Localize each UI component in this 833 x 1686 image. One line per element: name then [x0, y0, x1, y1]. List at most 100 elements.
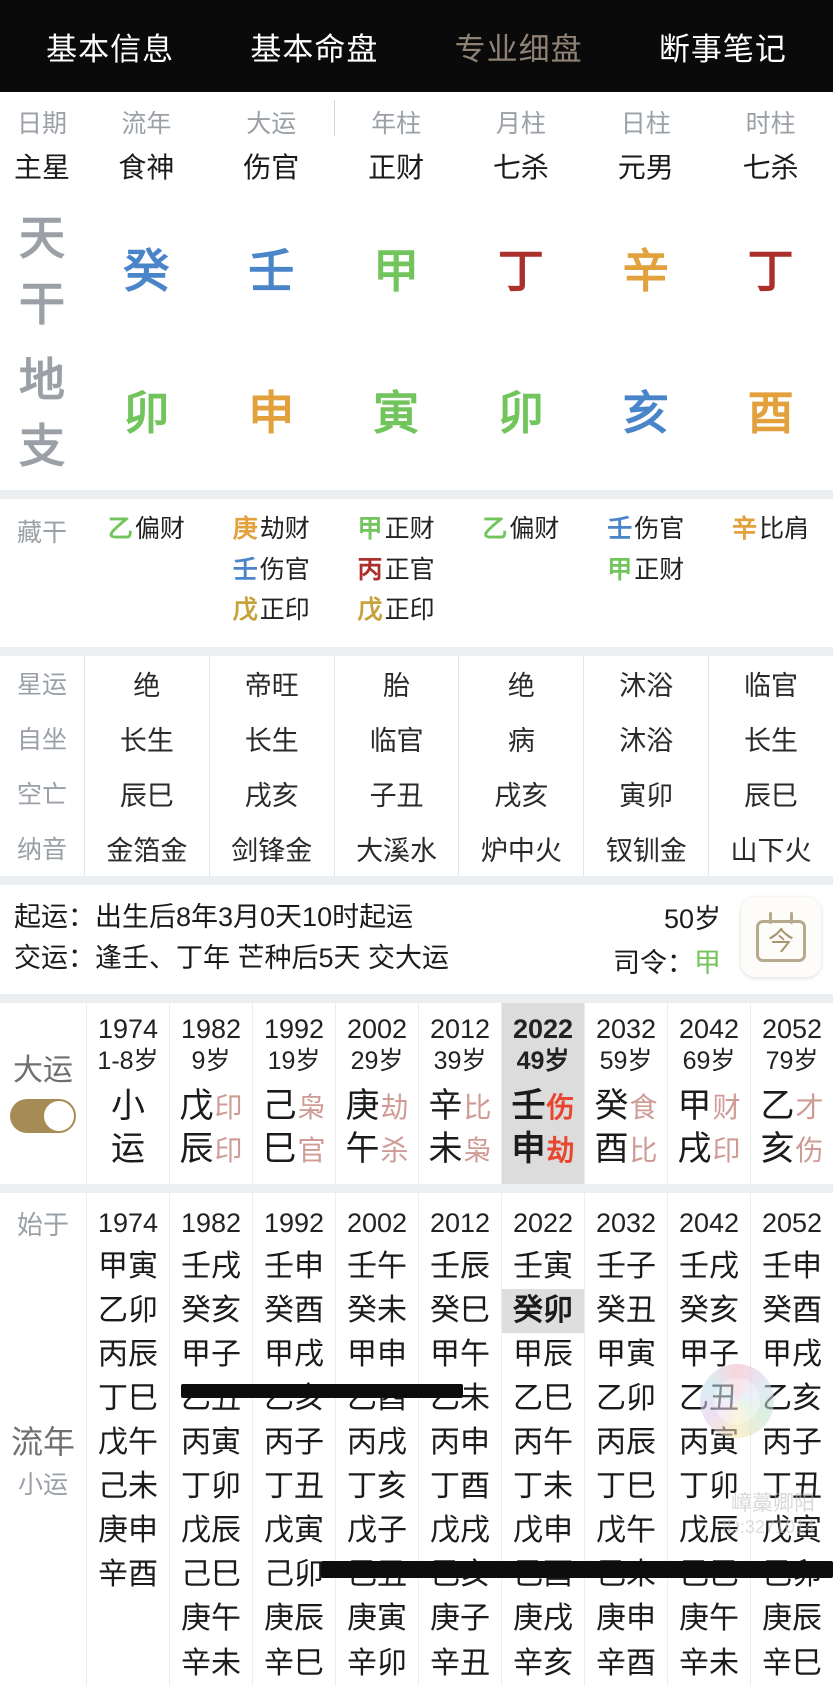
liunian-item[interactable]: 壬子: [585, 1245, 667, 1289]
liunian-item[interactable]: 丙戌: [336, 1421, 418, 1465]
tab-notes[interactable]: 断事笔记: [659, 24, 787, 69]
tab-pro-chart[interactable]: 专业细盘: [455, 24, 583, 69]
liunian-item[interactable]: 戊寅: [253, 1509, 335, 1553]
liunian-item[interactable]: 甲子: [668, 1333, 750, 1377]
liunian-item[interactable]: 丁丑: [751, 1465, 833, 1509]
liunian-item[interactable]: 辛酉: [585, 1642, 667, 1686]
gan-hour[interactable]: 丁: [708, 196, 833, 342]
liunian-item[interactable]: 庚子: [419, 1597, 501, 1641]
zhi-month[interactable]: 卯: [458, 342, 583, 490]
liunian-item[interactable]: 庚午: [170, 1597, 252, 1641]
liunian-item[interactable]: 癸丑: [585, 1289, 667, 1333]
liunian-item[interactable]: 甲申: [336, 1333, 418, 1377]
gan-liunian[interactable]: 癸: [84, 196, 209, 342]
liunian-item[interactable]: 丁巳: [87, 1377, 169, 1421]
liunian-item[interactable]: 甲戌: [751, 1333, 833, 1377]
dayun-cell[interactable]: 2052 79岁 乙才 亥伤: [750, 1003, 833, 1184]
liunian-item[interactable]: 丁酉: [419, 1465, 501, 1509]
zhi-dayun[interactable]: 申: [209, 342, 334, 490]
hidden-cell-hour[interactable]: 辛比肩: [708, 499, 833, 647]
liunian-item[interactable]: 辛酉: [87, 1553, 169, 1597]
dayun-cell[interactable]: 1982 9岁 戊印 辰印: [169, 1003, 252, 1184]
zhi-hour[interactable]: 酉: [708, 342, 833, 490]
liunian-item[interactable]: 癸亥: [170, 1289, 252, 1333]
liunian-item[interactable]: 辛未: [170, 1642, 252, 1686]
gan-month[interactable]: 丁: [458, 196, 583, 342]
gan-day[interactable]: 辛: [583, 196, 708, 342]
liunian-item[interactable]: 癸巳: [419, 1289, 501, 1333]
liunian-item[interactable]: 辛未: [668, 1642, 750, 1686]
liunian-item[interactable]: 庚寅: [336, 1597, 418, 1641]
liunian-item[interactable]: 庚申: [585, 1597, 667, 1641]
liunian-item[interactable]: 甲寅: [87, 1245, 169, 1289]
dayun-cell[interactable]: 2012 39岁 辛比 未枭: [418, 1003, 501, 1184]
liunian-item[interactable]: 丙子: [253, 1421, 335, 1465]
liunian-item[interactable]: 丙寅: [170, 1421, 252, 1465]
liunian-item[interactable]: 丁亥: [336, 1465, 418, 1509]
dayun-cell[interactable]: 2022 49岁 壬伤 申劫: [501, 1003, 584, 1184]
today-button[interactable]: 今: [741, 896, 821, 977]
liunian-item[interactable]: 丁巳: [585, 1465, 667, 1509]
liunian-item[interactable]: 己未: [87, 1465, 169, 1509]
liunian-item[interactable]: 甲寅: [585, 1333, 667, 1377]
liunian-item[interactable]: 癸亥: [668, 1289, 750, 1333]
liunian-item[interactable]: 庚戌: [502, 1597, 584, 1641]
liunian-item[interactable]: 庚申: [87, 1509, 169, 1553]
dayun-cell[interactable]: 2002 29岁 庚劫 午杀: [335, 1003, 418, 1184]
liunian-item[interactable]: 癸酉: [751, 1289, 833, 1333]
liunian-item[interactable]: 壬辰: [419, 1245, 501, 1289]
liunian-item[interactable]: 壬午: [336, 1245, 418, 1289]
liunian-item[interactable]: 戊辰: [170, 1509, 252, 1553]
liunian-item[interactable]: 丁丑: [253, 1465, 335, 1509]
liunian-item[interactable]: 庚辰: [751, 1597, 833, 1641]
tab-basic-chart[interactable]: 基本命盘: [250, 24, 378, 69]
liunian-item[interactable]: 丁未: [502, 1465, 584, 1509]
liunian-item[interactable]: 癸卯: [502, 1288, 584, 1333]
liunian-item[interactable]: 戊辰: [668, 1509, 750, 1553]
liunian-item[interactable]: 戊午: [585, 1509, 667, 1553]
dayun-cell[interactable]: 1992 19岁 己枭 巳官: [252, 1003, 335, 1184]
liunian-item[interactable]: 丁卯: [170, 1465, 252, 1509]
liunian-item[interactable]: 辛丑: [419, 1642, 501, 1686]
liunian-item[interactable]: 丙子: [751, 1421, 833, 1465]
liunian-item[interactable]: 乙卯: [87, 1289, 169, 1333]
liunian-item[interactable]: 辛卯: [336, 1642, 418, 1686]
liunian-item[interactable]: 丙辰: [585, 1421, 667, 1465]
gan-year[interactable]: 甲: [334, 196, 459, 342]
liunian-item[interactable]: 庚午: [668, 1597, 750, 1641]
liunian-item[interactable]: 乙巳: [502, 1377, 584, 1421]
dayun-toggle[interactable]: [10, 1099, 76, 1134]
liunian-item[interactable]: 甲辰: [502, 1333, 584, 1377]
zhi-year[interactable]: 寅: [334, 342, 459, 490]
liunian-item[interactable]: 壬戌: [668, 1245, 750, 1289]
liunian-item[interactable]: 丙午: [502, 1421, 584, 1465]
liunian-item[interactable]: 丙寅: [668, 1421, 750, 1465]
hidden-cell-day[interactable]: 壬伤官 甲正财: [583, 499, 708, 647]
liunian-item[interactable]: 戊申: [502, 1509, 584, 1553]
liunian-item[interactable]: 甲午: [419, 1333, 501, 1377]
liunian-item[interactable]: 壬戌: [170, 1245, 252, 1289]
liunian-item[interactable]: 壬申: [253, 1245, 335, 1289]
liunian-item[interactable]: 丁卯: [668, 1465, 750, 1509]
hidden-cell-month[interactable]: 乙偏财: [458, 499, 583, 647]
liunian-item[interactable]: 癸酉: [253, 1289, 335, 1333]
hidden-cell-liunian[interactable]: 乙偏财: [84, 499, 209, 647]
liunian-item[interactable]: 乙卯: [585, 1377, 667, 1421]
liunian-item[interactable]: 癸未: [336, 1289, 418, 1333]
liunian-item[interactable]: 甲戌: [253, 1333, 335, 1377]
liunian-item[interactable]: 丙申: [419, 1421, 501, 1465]
liunian-item[interactable]: 己巳: [170, 1553, 252, 1597]
liunian-item[interactable]: 壬申: [751, 1245, 833, 1289]
liunian-item[interactable]: 辛亥: [502, 1642, 584, 1686]
liunian-item[interactable]: 戊戌: [419, 1509, 501, 1553]
hidden-cell-year[interactable]: 甲正财 丙正官 戊正印: [334, 499, 459, 647]
liunian-item[interactable]: 戊子: [336, 1509, 418, 1553]
tab-basic-info[interactable]: 基本信息: [46, 24, 174, 69]
liunian-item[interactable]: 戊午: [87, 1421, 169, 1465]
zhi-day[interactable]: 亥: [583, 342, 708, 490]
dayun-cell[interactable]: 2042 69岁 甲财 戌印: [667, 1003, 750, 1184]
liunian-item[interactable]: 壬寅: [502, 1245, 584, 1289]
liunian-item[interactable]: 辛巳: [253, 1642, 335, 1686]
dayun-cell[interactable]: 2032 59岁 癸食 酉比: [584, 1003, 667, 1184]
gan-dayun[interactable]: 壬: [209, 196, 334, 342]
